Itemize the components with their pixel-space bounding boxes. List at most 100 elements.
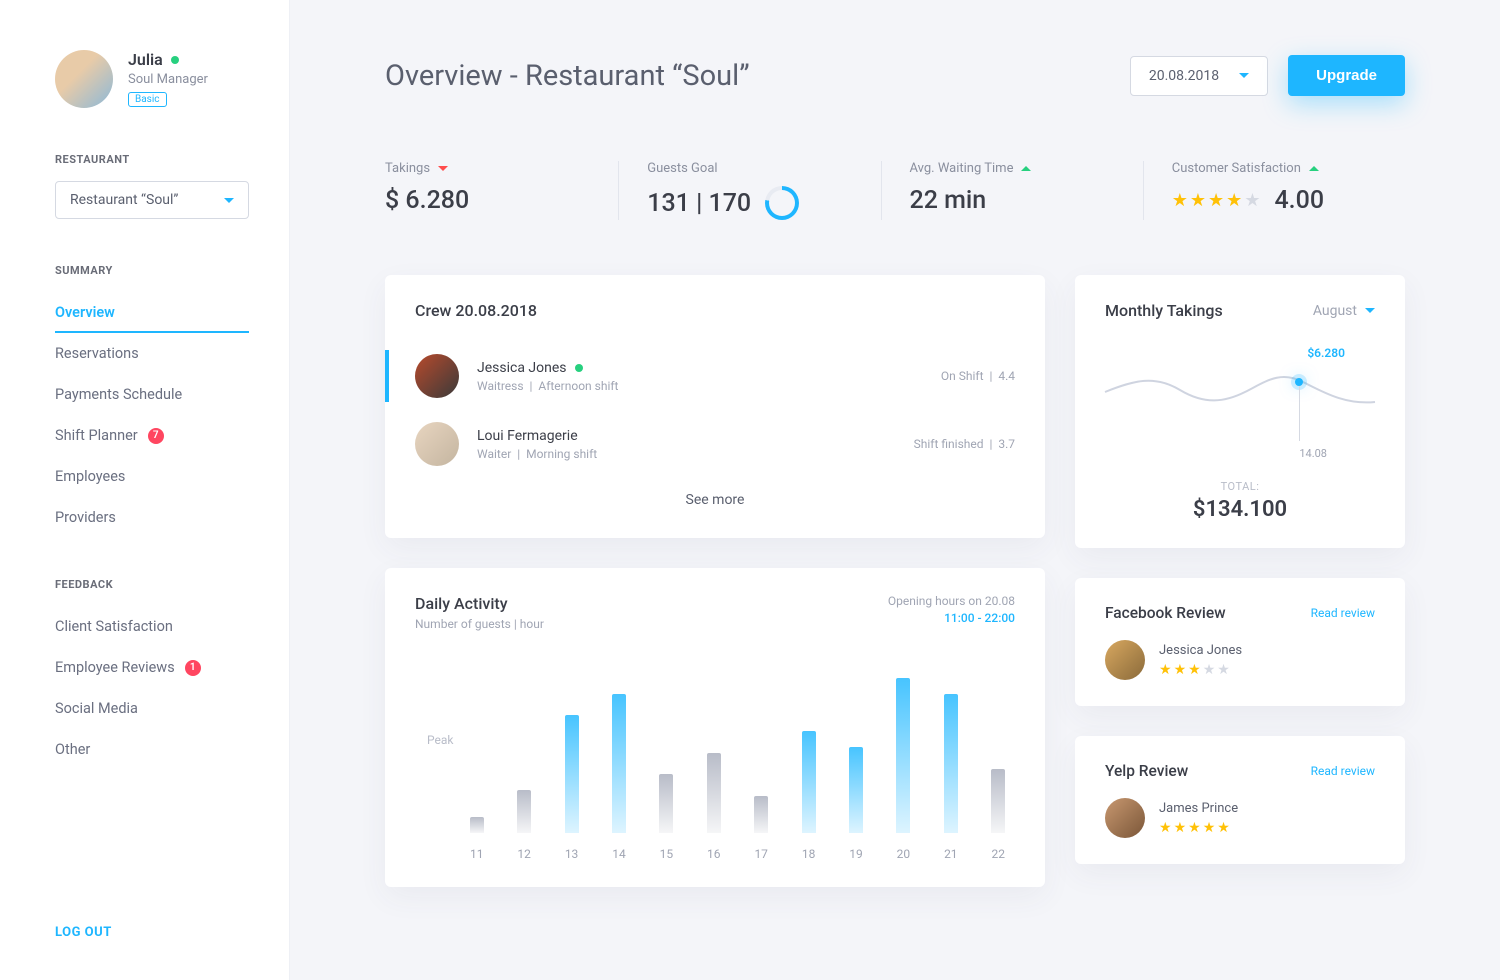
page-title: Overview - Restaurant “Soul” — [385, 59, 750, 93]
chart-tick: 22 — [991, 847, 1005, 861]
nav-item-other[interactable]: Other — [55, 729, 249, 770]
nav-item-reservations[interactable]: Reservations — [55, 333, 249, 374]
online-dot-icon — [171, 56, 179, 64]
nav-label: Employees — [55, 468, 125, 485]
chart-tick: 17 — [754, 847, 768, 861]
crew-status: Shift finished | 3.7 — [914, 437, 1015, 451]
nav-item-client-satisfaction[interactable]: Client Satisfaction — [55, 606, 249, 647]
chart-bar — [612, 694, 626, 833]
nav-item-payments[interactable]: Payments Schedule — [55, 374, 249, 415]
date-picker[interactable]: 20.08.2018 — [1130, 56, 1268, 96]
profile-block: Julia Soul Manager Basic — [55, 50, 249, 108]
section-label-restaurant: RESTAURANT — [55, 153, 249, 166]
profile-name: Julia — [128, 50, 163, 69]
monthly-total-value: $134.100 — [1105, 497, 1375, 522]
crew-item[interactable]: Jessica Jones Waitress | Afternoon shift… — [415, 342, 1015, 410]
section-label-summary: SUMMARY — [55, 264, 249, 277]
chart-tick: 14 — [612, 847, 626, 861]
upgrade-button[interactable]: Upgrade — [1288, 55, 1405, 96]
chart-tick: 11 — [470, 847, 484, 861]
nav-label: Reservations — [55, 345, 139, 362]
nav-label: Other — [55, 741, 90, 758]
nav-item-social-media[interactable]: Social Media — [55, 688, 249, 729]
nav-label: Social Media — [55, 700, 138, 717]
sparkline-chart: $6.280 14.08 — [1105, 350, 1375, 460]
restaurant-selected: Restaurant “Soul” — [70, 192, 178, 208]
restaurant-select[interactable]: Restaurant “Soul” — [55, 181, 249, 219]
chart-bar — [754, 796, 768, 833]
badge-count: 7 — [148, 428, 164, 444]
chart-bar — [470, 817, 484, 833]
nav-label: Employee Reviews — [55, 659, 175, 676]
read-review-link[interactable]: Read review — [1311, 606, 1375, 620]
monthly-title: Monthly Takings — [1105, 301, 1223, 320]
section-label-feedback: FEEDBACK — [55, 578, 249, 591]
chart-tick: 16 — [707, 847, 721, 861]
chart-bar — [849, 747, 863, 833]
read-review-link[interactable]: Read review — [1311, 764, 1375, 778]
spark-highlight-date: 14.08 — [1299, 447, 1327, 460]
chevron-down-icon — [1365, 308, 1375, 313]
nav-item-employee-reviews[interactable]: Employee Reviews1 — [55, 647, 249, 688]
nav-summary: Overview Reservations Payments Schedule … — [55, 292, 249, 538]
chart-bar — [707, 753, 721, 833]
opening-hours: 11:00 - 22:00 — [888, 611, 1015, 625]
monthly-total-label: TOTAL: — [1105, 480, 1375, 493]
daily-subtitle: Number of guests | hour — [415, 617, 544, 631]
month-value: August — [1313, 303, 1357, 319]
main-content: Overview - Restaurant “Soul” 20.08.2018 … — [290, 0, 1500, 980]
trend-down-icon — [438, 166, 448, 171]
crew-shift: Morning shift — [526, 447, 597, 461]
nav-item-overview[interactable]: Overview — [55, 292, 249, 333]
nav-label: Client Satisfaction — [55, 618, 173, 635]
month-select[interactable]: August — [1313, 303, 1375, 319]
nav-item-employees[interactable]: Employees — [55, 456, 249, 497]
monthly-takings-card: Monthly Takings August $6.280 14.08 TOTA… — [1075, 275, 1405, 548]
progress-ring-icon — [765, 186, 799, 220]
metric-value: 22 min — [910, 186, 1115, 215]
nav-item-providers[interactable]: Providers — [55, 497, 249, 538]
crew-status: On Shift | 4.4 — [941, 369, 1015, 383]
reviewer-name: Jessica Jones — [1159, 643, 1242, 658]
metric-satisfaction: Customer Satisfaction ★★★★★ 4.00 — [1144, 161, 1405, 220]
reviewer-name: James Prince — [1159, 801, 1238, 816]
metric-label-text: Avg. Waiting Time — [910, 161, 1014, 176]
profile-role: Soul Manager — [128, 72, 208, 87]
chart-bar — [802, 731, 816, 833]
crew-name-text: Loui Fermagerie — [477, 428, 578, 444]
spark-highlight-value: $6.280 — [1307, 346, 1345, 360]
crew-role: Waitress — [477, 379, 524, 393]
nav-item-shift-planner[interactable]: Shift Planner 7 — [55, 415, 249, 456]
date-value: 20.08.2018 — [1149, 68, 1219, 84]
chart-bar — [659, 774, 673, 833]
online-dot-icon — [575, 364, 583, 372]
metric-value-text: 4.00 — [1274, 186, 1324, 215]
crew-item[interactable]: Loui Fermagerie Waiter | Morning shift S… — [415, 410, 1015, 478]
chart-bar — [517, 790, 531, 833]
chart-tick: 18 — [802, 847, 816, 861]
daily-activity-card: Daily Activity Number of guests | hour O… — [385, 568, 1045, 887]
metric-value-text: 131 | 170 — [647, 189, 751, 218]
sidebar: Julia Soul Manager Basic RESTAURANT Rest… — [0, 0, 290, 980]
opening-label: Opening hours on 20.08 — [888, 594, 1015, 608]
spark-point-icon — [1295, 378, 1303, 386]
crew-shift: Afternoon shift — [538, 379, 618, 393]
crew-title: Crew 20.08.2018 — [415, 301, 1015, 320]
chart-bar — [944, 694, 958, 833]
metric-value: $ 6.280 — [385, 186, 590, 215]
nav-label: Providers — [55, 509, 116, 526]
metrics-row: Takings $ 6.280 Guests Goal 131 | 170 Av… — [385, 161, 1405, 220]
nav-label: Shift Planner — [55, 427, 138, 444]
trend-up-icon — [1021, 166, 1031, 171]
metric-guests: Guests Goal 131 | 170 — [619, 161, 881, 220]
chart-tick: 15 — [660, 847, 674, 861]
see-more-link[interactable]: See more — [415, 478, 1015, 512]
yelp-review-card: Yelp Review Read review James Prince ★★★… — [1075, 736, 1405, 864]
topbar: Overview - Restaurant “Soul” 20.08.2018 … — [385, 55, 1405, 96]
chart-bar — [896, 678, 910, 833]
facebook-review-card: Facebook Review Read review Jessica Jone… — [1075, 578, 1405, 706]
logout-button[interactable]: LOG OUT — [55, 925, 249, 940]
crew-role: Waiter — [477, 447, 511, 461]
crew-avatar — [415, 354, 459, 398]
daily-title: Daily Activity — [415, 594, 544, 613]
